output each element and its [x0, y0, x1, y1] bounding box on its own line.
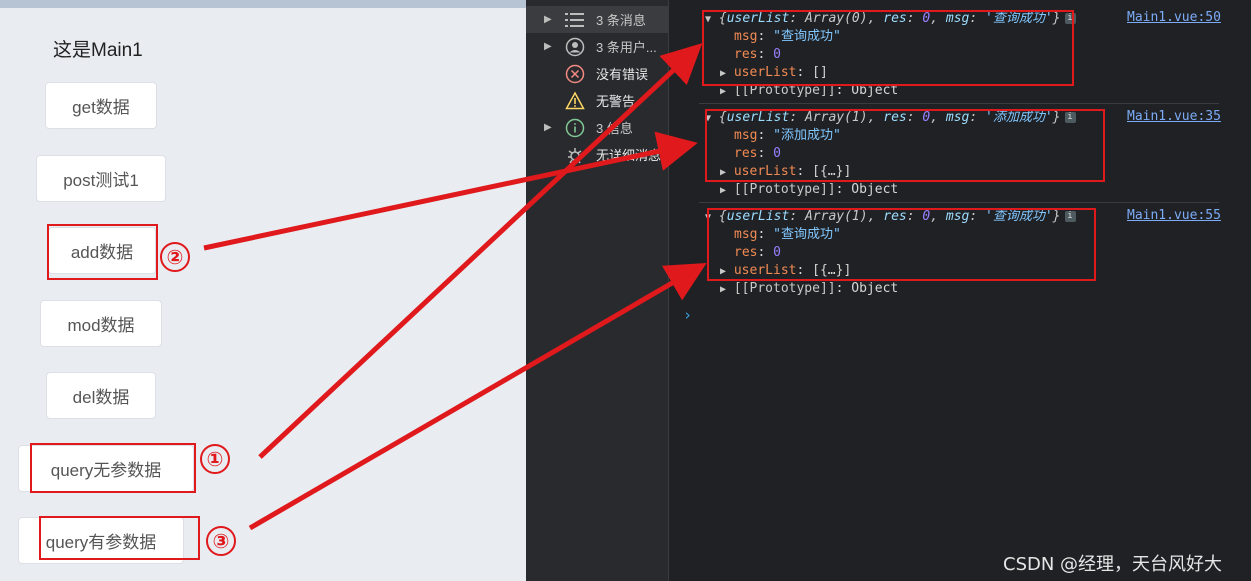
expand-down-icon[interactable]: ▼: [705, 212, 711, 223]
marker-3: ③: [206, 526, 236, 556]
log-prop-prototype[interactable]: ▶ [[Prototype]]: Object: [720, 181, 898, 199]
info-badge-icon: i: [1064, 211, 1076, 222]
sidebar-item-label: 无警告: [596, 94, 636, 109]
expand-right-icon[interactable]: ▶: [720, 185, 726, 196]
sidebar-item-label: 没有错误: [596, 67, 649, 82]
console-prompt[interactable]: ›: [683, 306, 692, 324]
info-badge-icon: i: [1064, 13, 1076, 24]
expand-down-icon[interactable]: ▼: [705, 113, 711, 124]
expand-arrow-icon[interactable]: ▶: [544, 41, 552, 52]
log-prop-res: res: 0: [734, 47, 781, 62]
devtools-panel: ▶ 3 条消息 ▶ 3 条用户... 没有错误 无警告 ▶ 3 信息 无详细消息…: [526, 0, 1251, 581]
list-icon: [564, 9, 586, 31]
sidebar-item-label: 3 信息: [596, 121, 633, 136]
page-title: 这是Main1: [53, 40, 143, 61]
marker-2: ②: [160, 242, 190, 272]
sidebar-item-label: 3 条消息: [596, 13, 646, 28]
app-panel: 这是Main1 get数据 post测试1 add数据 mod数据 del数据 …: [0, 0, 526, 581]
post-test-button[interactable]: post测试1: [36, 155, 166, 202]
add-data-button[interactable]: add数据: [48, 227, 156, 274]
del-data-button[interactable]: del数据: [46, 372, 156, 419]
get-data-button[interactable]: get数据: [45, 82, 157, 129]
log-summary[interactable]: ▼ {userList: Array(0), res: 0, msg: '查询成…: [705, 10, 1076, 28]
expand-arrow-icon[interactable]: ▶: [544, 122, 552, 133]
sidebar-item-label: 3 条用户...: [596, 40, 657, 55]
error-icon: [564, 63, 586, 85]
query-param-button[interactable]: query有参数据: [18, 517, 184, 564]
sidebar-item-warnings[interactable]: 无警告: [526, 87, 668, 114]
mod-data-button[interactable]: mod数据: [40, 300, 162, 347]
expand-right-icon[interactable]: ▶: [720, 266, 726, 277]
log-prop-res: res: 0: [734, 146, 781, 161]
sidebar-item-user-messages[interactable]: ▶ 3 条用户...: [526, 33, 668, 60]
marker-1: ①: [200, 444, 230, 474]
source-link[interactable]: Main1.vue:55: [1127, 208, 1221, 223]
log-prop-prototype[interactable]: ▶ [[Prototype]]: Object: [720, 280, 898, 298]
expand-arrow-icon[interactable]: ▶: [544, 14, 552, 25]
verbose-icon: [564, 144, 586, 166]
top-bar: [0, 0, 526, 8]
sidebar-item-verbose[interactable]: 无详细消息: [526, 141, 668, 168]
log-separator: [699, 202, 1219, 203]
log-summary[interactable]: ▼ {userList: Array(1), res: 0, msg: '添加成…: [705, 109, 1076, 127]
console-sidebar: ▶ 3 条消息 ▶ 3 条用户... 没有错误 无警告 ▶ 3 信息 无详细消息: [526, 0, 669, 581]
watermark: CSDN @经理，天台风好大: [1003, 554, 1223, 575]
source-link[interactable]: Main1.vue:35: [1127, 109, 1221, 124]
query-noparam-button[interactable]: query无参数据: [18, 445, 194, 492]
log-prop-userlist[interactable]: ▶ userList: []: [720, 64, 828, 82]
user-icon: [564, 36, 586, 58]
warning-icon: [564, 90, 586, 112]
sidebar-item-info[interactable]: ▶ 3 信息: [526, 114, 668, 141]
sidebar-item-messages[interactable]: ▶ 3 条消息: [526, 6, 668, 33]
log-prop-msg: msg: "添加成功": [734, 128, 841, 143]
log-prop-prototype[interactable]: ▶ [[Prototype]]: Object: [720, 82, 898, 100]
source-link[interactable]: Main1.vue:50: [1127, 10, 1221, 25]
expand-right-icon[interactable]: ▶: [720, 167, 726, 178]
log-prop-msg: msg: "查询成功": [734, 227, 841, 242]
log-prop-userlist[interactable]: ▶ userList: [{…}]: [720, 163, 851, 181]
log-prop-res: res: 0: [734, 245, 781, 260]
log-separator: [699, 103, 1219, 104]
sidebar-item-label: 无详细消息: [596, 148, 662, 163]
log-prop-userlist[interactable]: ▶ userList: [{…}]: [720, 262, 851, 280]
expand-right-icon[interactable]: ▶: [720, 284, 726, 295]
log-prop-msg: msg: "查询成功": [734, 29, 841, 44]
expand-right-icon[interactable]: ▶: [720, 68, 726, 79]
info-icon: [564, 117, 586, 139]
expand-down-icon[interactable]: ▼: [705, 14, 711, 25]
info-badge-icon: i: [1064, 112, 1076, 123]
console-output: ▼ {userList: Array(0), res: 0, msg: '查询成…: [669, 0, 1251, 581]
sidebar-item-errors[interactable]: 没有错误: [526, 60, 668, 87]
log-summary[interactable]: ▼ {userList: Array(1), res: 0, msg: '查询成…: [705, 208, 1076, 226]
expand-right-icon[interactable]: ▶: [720, 86, 726, 97]
